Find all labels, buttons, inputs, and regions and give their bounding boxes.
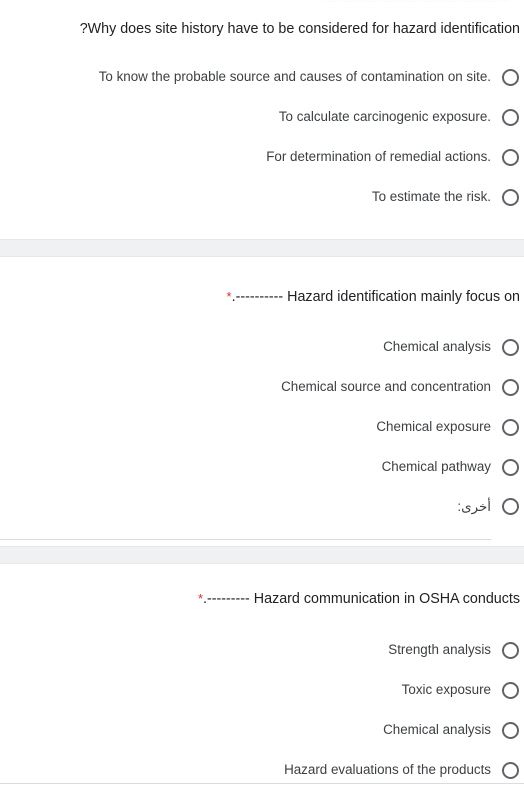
option-row[interactable]: Strength analysis xyxy=(0,630,524,670)
other-option-label: أخرى: xyxy=(457,499,491,514)
radio-icon[interactable] xyxy=(502,378,519,396)
other-option-input[interactable] xyxy=(0,521,491,540)
question-title-2-text: .---------- Hazard identification mainly… xyxy=(231,289,520,305)
option-label: Hazard evaluations of the products xyxy=(284,762,491,777)
radio-icon[interactable] xyxy=(502,681,519,699)
question-card-3: *.--------- Hazard communication in OSHA… xyxy=(0,564,524,783)
other-label-row: أخرى: xyxy=(0,498,491,516)
previous-card-sliver: ........................................… xyxy=(0,0,524,7)
option-row[interactable]: To calculate carcinogenic exposure. xyxy=(0,97,524,137)
radio-icon[interactable] xyxy=(502,761,519,779)
section-gap-1 xyxy=(0,239,524,257)
question-title-3: *.--------- Hazard communication in OSHA… xyxy=(0,564,524,609)
radio-icon[interactable] xyxy=(502,68,519,86)
radio-icon[interactable] xyxy=(502,108,519,126)
option-label: Chemical analysis xyxy=(383,339,491,354)
option-row[interactable]: Chemical source and concentration xyxy=(0,367,524,407)
question-card-2: *.---------- Hazard identification mainl… xyxy=(0,257,524,546)
radio-icon[interactable] xyxy=(502,338,519,356)
option-label: Chemical source and concentration xyxy=(281,379,491,394)
radio-icon[interactable] xyxy=(502,721,519,739)
question-title-2: *.---------- Hazard identification mainl… xyxy=(0,257,524,307)
radio-icon[interactable] xyxy=(502,641,519,659)
option-row[interactable]: To estimate the risk. xyxy=(0,177,524,217)
option-row[interactable]: Chemical pathway xyxy=(0,447,524,487)
options-list-3: Strength analysis Toxic exposure Chemica… xyxy=(0,630,524,790)
form-root: ........................................… xyxy=(0,0,524,791)
section-gap-2 xyxy=(0,546,524,564)
option-label: To estimate the risk. xyxy=(371,189,491,204)
option-label: Toxic exposure xyxy=(401,682,491,697)
option-row[interactable]: Chemical analysis xyxy=(0,710,524,750)
option-row[interactable]: Chemical analysis xyxy=(0,327,524,367)
question-title-1: ?Why does site history have to be consid… xyxy=(0,7,524,39)
radio-icon[interactable] xyxy=(502,458,519,476)
option-row-other[interactable]: أخرى: xyxy=(0,487,524,540)
question-card-1: ?Why does site history have to be consid… xyxy=(0,7,524,239)
radio-icon[interactable] xyxy=(502,418,519,436)
option-row[interactable]: To know the probable source and causes o… xyxy=(0,57,524,97)
option-label: Chemical analysis xyxy=(383,722,491,737)
option-label: Chemical exposure xyxy=(376,419,491,434)
option-label: For determination of remedial actions. xyxy=(266,149,491,164)
options-list-1: To know the probable source and causes o… xyxy=(0,57,524,217)
option-label: To know the probable source and causes o… xyxy=(98,69,491,84)
option-row[interactable]: Chemical exposure xyxy=(0,407,524,447)
options-list-2: Chemical analysis Chemical source and co… xyxy=(0,327,524,540)
clipped-text: ........................................… xyxy=(4,0,510,5)
option-label: To calculate carcinogenic exposure. xyxy=(278,109,491,124)
option-row[interactable]: For determination of remedial actions. xyxy=(0,137,524,177)
radio-icon[interactable] xyxy=(502,188,519,206)
option-label: Strength analysis xyxy=(388,642,491,657)
question-title-1-text: ?Why does site history have to be consid… xyxy=(79,21,520,37)
option-label: Chemical pathway xyxy=(381,459,491,474)
option-row[interactable]: Toxic exposure xyxy=(0,670,524,710)
next-card-edge xyxy=(0,783,524,791)
other-option-wrap: أخرى: xyxy=(0,498,491,540)
radio-icon[interactable] xyxy=(502,148,519,166)
radio-icon[interactable] xyxy=(502,498,519,515)
question-title-3-text: .--------- Hazard communication in OSHA … xyxy=(203,591,520,607)
